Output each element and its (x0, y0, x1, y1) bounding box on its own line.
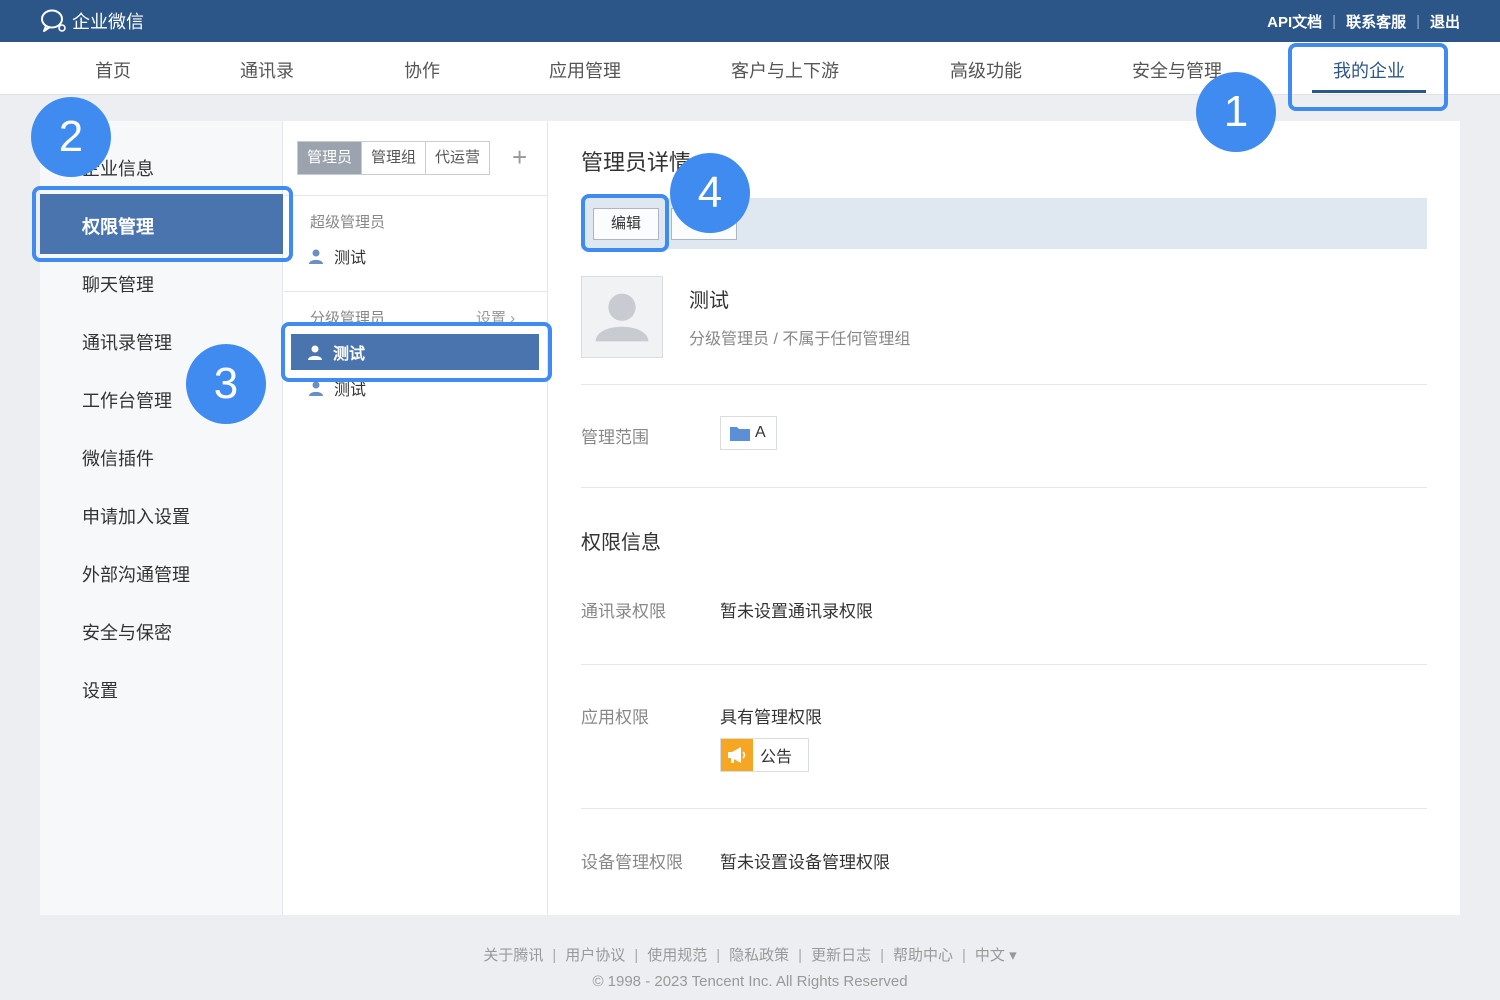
list-item-label: 测试 (334, 250, 367, 267)
divider (581, 808, 1427, 809)
sidebar-item-external[interactable]: 外部沟通管理 (82, 561, 190, 587)
footer-link-usage[interactable]: 使用规范 (647, 947, 707, 964)
divider: | (880, 947, 884, 964)
step-badge-3: 3 (186, 344, 266, 424)
divider: | (634, 947, 639, 964)
contacts-permission-label: 通讯录权限 (581, 602, 666, 621)
tab-admins[interactable]: 管理员 (298, 142, 363, 174)
folder-icon (730, 427, 750, 441)
divider (284, 195, 547, 196)
device-permission-label: 设备管理权限 (581, 853, 683, 872)
divider (581, 664, 1427, 665)
divider: | (716, 947, 721, 964)
divider: | (962, 947, 966, 964)
app-permission-label: 应用权限 (581, 708, 649, 727)
sidebar-item-settings[interactable]: 设置 (82, 677, 118, 703)
divider (284, 291, 547, 292)
contact-support-link[interactable]: 联系客服 (1346, 11, 1406, 32)
footer-link-terms[interactable]: 用户协议 (565, 947, 625, 964)
footer-link-help[interactable]: 帮助中心 (893, 947, 953, 964)
divider (581, 384, 1427, 385)
logo-text: 企业微信 (72, 12, 144, 32)
super-admin-item[interactable]: 测试 (308, 245, 366, 267)
app-chip-announcement: 公告 (720, 738, 809, 772)
tab-operators[interactable]: 代运营 (426, 142, 490, 174)
nav-contacts[interactable]: 通讯录 (240, 57, 294, 83)
permissions-section-title: 权限信息 (581, 532, 661, 554)
step-badge-2: 2 (31, 97, 111, 177)
megaphone-icon (721, 739, 753, 771)
divider: | (1416, 13, 1420, 30)
avatar-placeholder-icon (595, 293, 649, 342)
nav-home[interactable]: 首页 (95, 57, 131, 83)
device-permission-value: 暂未设置设备管理权限 (720, 853, 890, 872)
sidebar-item-security[interactable]: 安全与保密 (82, 619, 172, 645)
nav-app-management[interactable]: 应用管理 (549, 57, 621, 83)
footer-link-changelog[interactable]: 更新日志 (811, 947, 871, 964)
footer-link-about[interactable]: 关于腾讯 (483, 947, 543, 964)
logout-link[interactable]: 退出 (1430, 11, 1460, 32)
top-bar: 企业微信 API文档 | 联系客服 | 退出 (0, 0, 1500, 42)
sidebar-item-wechat-plugin[interactable]: 微信插件 (82, 445, 154, 471)
wecom-chat-icon (41, 9, 66, 32)
tab-admin-groups[interactable]: 管理组 (362, 142, 427, 174)
divider (581, 487, 1427, 488)
copyright: © 1998 - 2023 Tencent Inc. All Rights Re… (592, 973, 908, 990)
contacts-permission-value: 暂未设置通讯录权限 (720, 602, 873, 621)
language-selector[interactable]: 中文 ▾ (975, 947, 1017, 964)
highlight-box-my-enterprise (1288, 43, 1448, 111)
add-admin-button[interactable]: + (512, 143, 527, 171)
step-badge-1: 1 (1196, 72, 1276, 152)
scope-value: A (755, 424, 766, 441)
highlight-box-sub-admin (281, 322, 552, 382)
user-icon (309, 249, 323, 264)
admin-detail: 管理员详情 编辑 测试 分级管理员 / 不属于任何管理组 管理范围 A 权限信息… (549, 121, 1460, 915)
sidebar-item-join-settings[interactable]: 申请加入设置 (82, 503, 190, 529)
footer-link-privacy[interactable]: 隐私政策 (729, 947, 789, 964)
api-docs-link[interactable]: API文档 (1267, 11, 1322, 32)
sidebar-item-contacts-mgmt[interactable]: 通讯录管理 (82, 329, 172, 355)
step-badge-4: 4 (670, 153, 750, 233)
nav-advanced[interactable]: 高级功能 (950, 57, 1022, 83)
scope-chip: A (720, 416, 777, 450)
scope-label: 管理范围 (581, 428, 649, 447)
divider: | (1332, 13, 1337, 30)
footer-links: 关于腾讯 | 用户协议 | 使用规范 | 隐私政策 | 更新日志 | 帮助中心 | 中文 ▾ (0, 944, 1500, 965)
sidebar-item-chat[interactable]: 聊天管理 (82, 271, 154, 297)
divider: | (552, 947, 557, 964)
admin-role: 分级管理员 / 不属于任何管理组 (689, 331, 911, 348)
highlight-box-permissions (32, 186, 293, 262)
admin-name: 测试 (689, 290, 729, 312)
app-name: 公告 (760, 749, 793, 766)
top-links: API文档 | 联系客服 | 退出 (1267, 11, 1460, 32)
super-admin-label: 超级管理员 (310, 214, 386, 231)
user-icon (309, 381, 323, 396)
admin-list-panel: 管理员 管理组 代运营 + 超级管理员 测试 分级管理员 设置 › 测试 测试 (284, 121, 548, 915)
highlight-box-edit (581, 194, 669, 252)
main-nav: 首页 通讯录 协作 应用管理 客户与上下游 高级功能 安全与管理 我的企业 (0, 42, 1500, 95)
app-permission-value: 具有管理权限 (720, 708, 822, 727)
nav-collaboration[interactable]: 协作 (404, 57, 440, 83)
divider: | (798, 947, 803, 964)
admin-tabs: 管理员 管理组 代运营 (297, 141, 491, 175)
nav-security[interactable]: 安全与管理 (1132, 57, 1222, 83)
logo[interactable]: 企业微信 (40, 8, 144, 34)
sidebar-item-workbench[interactable]: 工作台管理 (82, 387, 172, 413)
nav-customers[interactable]: 客户与上下游 (731, 57, 839, 83)
avatar (581, 276, 663, 358)
